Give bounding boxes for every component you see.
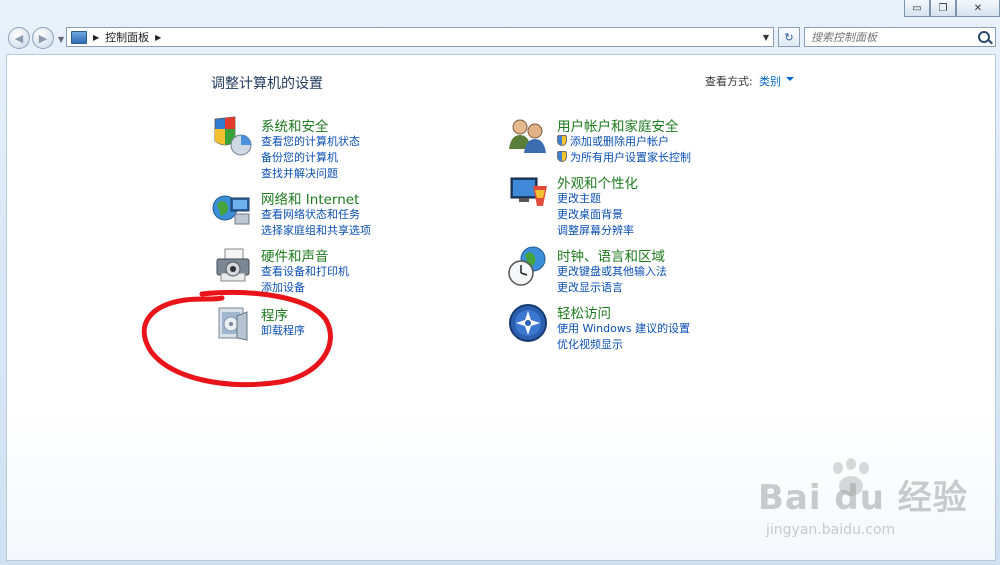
category-appearance: 外观和个性化 更改主题 更改桌面背景 调整屏幕分辨率 xyxy=(507,172,767,238)
minimize-button[interactable]: ▭ xyxy=(904,0,930,17)
address-dropdown-icon[interactable]: ▼ xyxy=(763,33,769,42)
address-bar[interactable]: ▶ 控制面板 ▶ ▼ xyxy=(66,27,774,47)
view-by-label: 查看方式: xyxy=(705,75,753,88)
watermark-url: jingyan.baidu.com xyxy=(766,522,896,538)
watermark-brand: Bai du 经验 xyxy=(758,478,968,518)
category-ease-of-access: 轻松访问 使用 Windows 建议的设置 优化视频显示 xyxy=(507,302,767,352)
link-windows-suggested-settings[interactable]: 使用 Windows 建议的设置 xyxy=(557,320,690,336)
category-system-security: 系统和安全 查看您的计算机状态 备份您的计算机 查找并解决问题 xyxy=(211,115,451,181)
window-controls: ▭ ❐ ✕ xyxy=(904,0,1000,18)
link-uninstall-program[interactable]: 卸载程序 xyxy=(261,322,305,338)
back-arrow-icon: ◀ xyxy=(14,31,24,45)
link-homegroup-sharing[interactable]: 选择家庭组和共享选项 xyxy=(261,222,371,238)
search-box[interactable] xyxy=(804,27,996,47)
maximize-button[interactable]: ❐ xyxy=(930,0,956,17)
category-title[interactable]: 用户帐户和家庭安全 xyxy=(557,115,679,135)
refresh-button[interactable]: ↻ xyxy=(778,27,800,47)
category-title[interactable]: 硬件和声音 xyxy=(261,245,329,265)
link-screen-resolution[interactable]: 调整屏幕分辨率 xyxy=(557,222,634,238)
category-title[interactable]: 系统和安全 xyxy=(261,115,329,135)
hardware-sound-icon[interactable] xyxy=(211,245,253,287)
breadcrumb-arrow-icon[interactable]: ▶ xyxy=(155,33,161,42)
back-button[interactable]: ◀ xyxy=(8,27,30,49)
category-clock-region: 时钟、语言和区域 更改键盘或其他输入法 更改显示语言 xyxy=(507,245,767,295)
baidu-watermark: Bai du 经验 jingyan.baidu.com xyxy=(758,470,968,538)
link-add-device[interactable]: 添加设备 xyxy=(261,279,305,295)
link-change-keyboard[interactable]: 更改键盘或其他输入法 xyxy=(557,263,667,279)
network-icon[interactable] xyxy=(211,188,253,230)
link-add-remove-accounts[interactable]: 添加或删除用户帐户 xyxy=(557,133,669,149)
category-user-accounts: 用户帐户和家庭安全 添加或删除用户帐户 为所有用户设置家长控制 xyxy=(507,115,767,165)
category-title[interactable]: 程序 xyxy=(261,304,288,324)
navigation-bar: ◀ ▶ ▼ ▶ 控制面板 ▶ ▼ ↻ xyxy=(0,25,1000,51)
link-devices-printers[interactable]: 查看设备和打印机 xyxy=(261,263,349,279)
link-view-computer-status[interactable]: 查看您的计算机状态 xyxy=(261,133,360,149)
window-frame: ▭ ❐ ✕ ◀ ▶ ▼ ▶ 控制面板 ▶ ▼ ↻ 调整计算机的设置 查看方式: … xyxy=(0,0,1000,565)
programs-icon[interactable] xyxy=(211,304,253,346)
link-network-status[interactable]: 查看网络状态和任务 xyxy=(261,206,360,222)
page-title: 调整计算机的设置 xyxy=(211,76,323,92)
category-programs: 程序 卸载程序 xyxy=(211,304,451,344)
clock-region-icon[interactable] xyxy=(507,245,549,287)
category-hardware-sound: 硬件和声音 查看设备和打印机 添加设备 xyxy=(211,245,451,295)
category-title[interactable]: 轻松访问 xyxy=(557,302,611,322)
link-parental-controls[interactable]: 为所有用户设置家长控制 xyxy=(557,149,691,165)
view-by-select[interactable]: 类别 xyxy=(759,73,781,89)
ease-of-access-icon[interactable] xyxy=(507,302,549,344)
system-security-icon[interactable] xyxy=(211,115,253,157)
link-change-background[interactable]: 更改桌面背景 xyxy=(557,206,623,222)
link-backup-computer[interactable]: 备份您的计算机 xyxy=(261,149,338,165)
link-optimize-display[interactable]: 优化视频显示 xyxy=(557,336,623,352)
chevron-down-icon[interactable] xyxy=(786,77,794,81)
refresh-icon: ↻ xyxy=(784,30,794,44)
close-button[interactable]: ✕ xyxy=(956,0,1000,17)
appearance-icon[interactable] xyxy=(507,172,549,214)
breadcrumb-arrow-icon[interactable]: ▶ xyxy=(93,33,99,42)
link-change-theme[interactable]: 更改主题 xyxy=(557,190,601,206)
control-panel-icon xyxy=(71,30,87,44)
link-troubleshoot[interactable]: 查找并解决问题 xyxy=(261,165,338,181)
recent-pages-dropdown[interactable]: ▼ xyxy=(58,35,64,44)
forward-button[interactable]: ▶ xyxy=(32,27,54,49)
search-icon[interactable] xyxy=(978,31,990,43)
link-display-language[interactable]: 更改显示语言 xyxy=(557,279,623,295)
breadcrumb-control-panel[interactable]: 控制面板 xyxy=(105,29,149,45)
category-title[interactable]: 外观和个性化 xyxy=(557,172,638,192)
forward-arrow-icon: ▶ xyxy=(38,31,48,45)
category-title[interactable]: 网络和 Internet xyxy=(261,188,359,208)
category-network: 网络和 Internet 查看网络状态和任务 选择家庭组和共享选项 xyxy=(211,188,451,238)
category-title[interactable]: 时钟、语言和区域 xyxy=(557,245,665,265)
user-accounts-icon[interactable] xyxy=(507,115,549,157)
search-input[interactable] xyxy=(809,29,973,45)
